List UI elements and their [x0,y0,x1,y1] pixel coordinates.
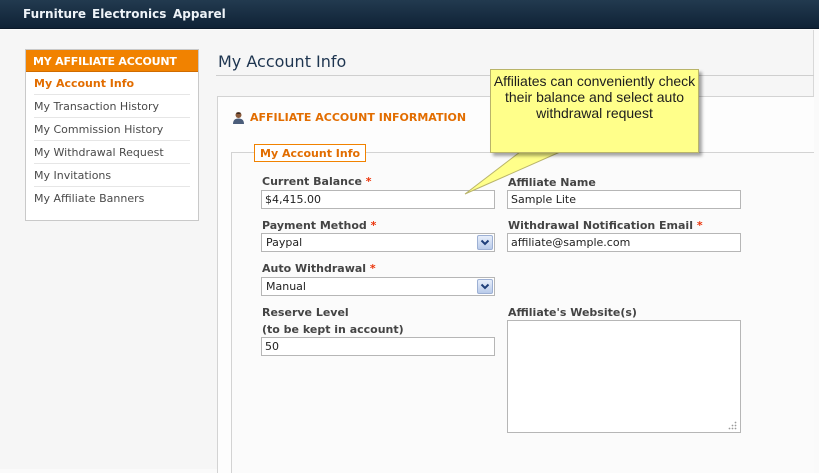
current-balance-label-text: Current Balance [262,175,362,188]
section-title: AFFILIATE ACCOUNT INFORMATION [250,111,467,124]
payment-method-select[interactable]: Paypal [261,233,495,252]
top-nav: Furniture Electronics Apparel [0,0,819,29]
callout-tooltip: Affiliates can conveniently check their … [490,69,699,153]
page-title: My Account Info [218,52,347,71]
auto-withdrawal-select[interactable]: Manual [261,277,495,296]
auto-withdrawal-label-text: Auto Withdrawal [262,262,367,275]
required-marker: * [696,219,703,232]
affiliate-name-label: Affiliate Name [508,176,596,189]
nav-item-furniture[interactable]: Furniture [23,7,86,21]
dropdown-arrow-icon[interactable] [477,279,493,294]
auto-withdrawal-label: Auto Withdrawal * [262,262,376,275]
payment-method-label: Payment Method * [262,219,376,232]
websites-label: Affiliate's Website(s) [508,306,637,319]
payment-method-label-text: Payment Method [262,219,367,232]
sidebar-item-transaction-history[interactable]: My Transaction History [34,95,190,118]
affiliate-sidebar: MY AFFILIATE ACCOUNT My Account Info My … [25,49,199,221]
callout-text: Affiliates can conveniently check their … [493,73,696,121]
withdrawal-email-input[interactable] [507,233,741,252]
affiliate-name-input[interactable] [507,190,741,209]
websites-textarea[interactable] [507,320,741,433]
sidebar-item-invitations[interactable]: My Invitations [34,164,190,187]
nav-item-apparel[interactable]: Apparel [173,7,226,21]
withdrawal-email-label: Withdrawal Notification Email * [508,219,703,232]
sidebar-title: MY AFFILIATE ACCOUNT [26,50,198,72]
sidebar-item-commission-history[interactable]: My Commission History [34,118,190,141]
user-icon [232,111,245,124]
dropdown-arrow-icon[interactable] [477,235,493,250]
reserve-level-label: Reserve Level [262,306,349,319]
current-balance-label: Current Balance * [262,175,372,188]
section-header: AFFILIATE ACCOUNT INFORMATION [232,111,466,124]
required-marker: * [370,219,377,232]
withdrawal-email-label-text: Withdrawal Notification Email [508,219,693,232]
reserve-level-sublabel: (to be kept in account) [262,323,404,336]
sidebar-item-affiliate-banners[interactable]: My Affiliate Banners [34,187,190,210]
auto-withdrawal-value: Manual [266,280,306,293]
nav-item-electronics[interactable]: Electronics [92,7,166,21]
required-marker: * [365,175,372,188]
sidebar-menu: My Account Info My Transaction History M… [26,72,198,210]
required-marker: * [369,262,376,275]
reserve-level-input[interactable] [261,337,495,356]
payment-method-value: Paypal [266,236,303,249]
sidebar-item-account-info[interactable]: My Account Info [34,72,190,95]
current-balance-input[interactable] [261,190,495,209]
resize-grip-icon[interactable] [728,420,737,430]
sidebar-item-withdrawal-request[interactable]: My Withdrawal Request [34,141,190,164]
fieldset-legend: My Account Info [254,144,367,162]
